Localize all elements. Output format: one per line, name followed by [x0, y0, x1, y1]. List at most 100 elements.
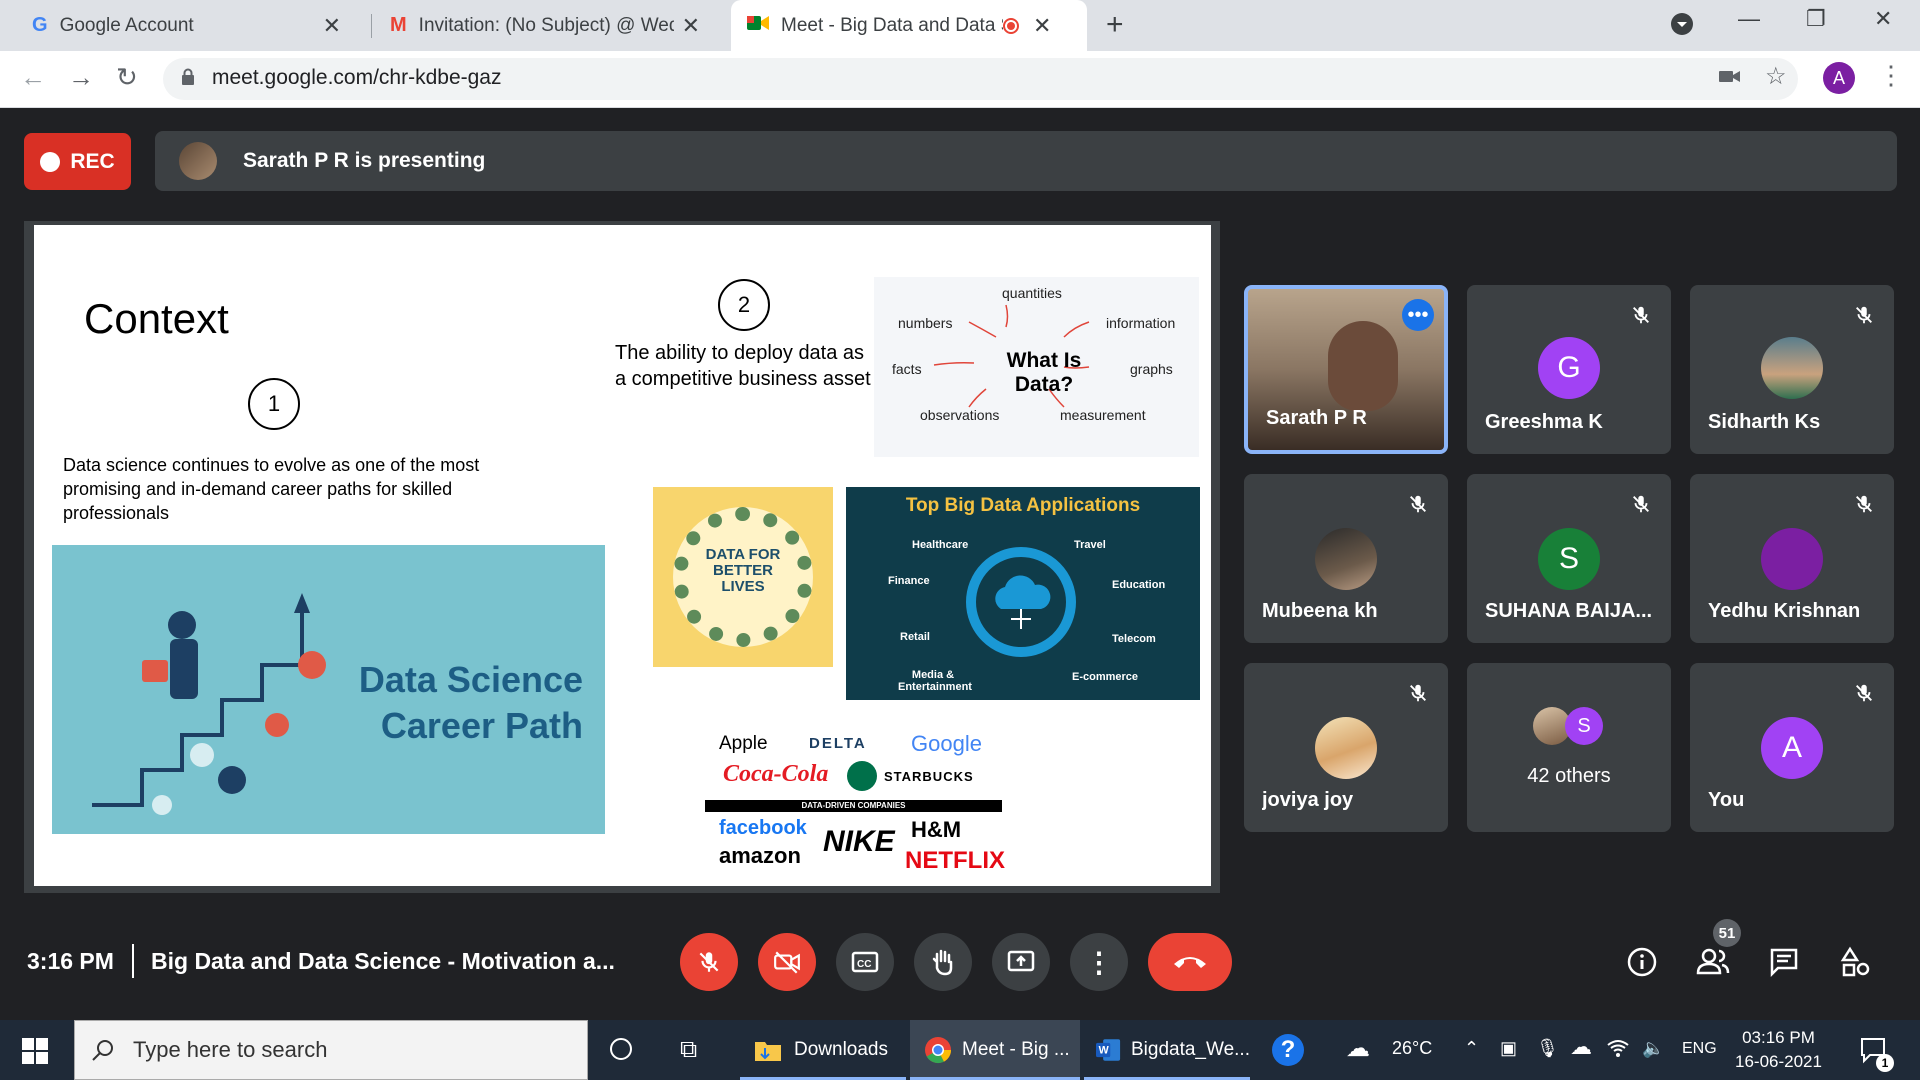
wifi-icon[interactable] [1606, 1038, 1630, 1063]
mic-toggle-button[interactable] [680, 933, 738, 991]
weather-temp[interactable]: 26°C [1392, 1038, 1432, 1059]
browser-menu-icon[interactable]: ⋮ [1878, 60, 1904, 91]
present-now-button[interactable] [992, 933, 1050, 991]
minimize-button[interactable]: — [1738, 6, 1760, 32]
task-view-icon[interactable]: ⧉ [680, 1036, 697, 1064]
url-text[interactable]: meet.google.com/chr-kdbe-gaz [212, 66, 501, 90]
netflix-logo: NETFLIX [905, 847, 1005, 874]
chat-button[interactable] [1764, 942, 1804, 982]
big-data-applications-image: Top Big Data Applications Healthcare Fin… [846, 487, 1200, 700]
lock-icon[interactable] [181, 68, 195, 91]
what-is-data-diagram: quantities numbers information facts gra… [874, 277, 1199, 457]
camera-indicator-icon[interactable] [1718, 66, 1742, 91]
tab-title: Google Account [59, 14, 194, 36]
participant-tile-sarath[interactable]: ••• Sarath P R [1244, 285, 1448, 454]
volume-icon[interactable]: 🔈 [1642, 1038, 1664, 1059]
taskbar-chrome[interactable]: Meet - Big ... [910, 1020, 1080, 1080]
google-logo: Google [911, 731, 982, 756]
back-icon[interactable]: ← [20, 62, 46, 93]
close-tab-icon[interactable]: ✕ [682, 13, 700, 39]
participant-name: You [1708, 789, 1745, 811]
slide-title: Context [84, 295, 229, 342]
data-word: information [1106, 315, 1176, 331]
tab-invitation[interactable]: M Invitation: (No Subject) @ Wed Ju ✕ [376, 0, 724, 51]
restore-button[interactable]: ❐ [1806, 6, 1826, 32]
tab-divider [371, 14, 372, 38]
participant-tile-you[interactable]: A You [1690, 663, 1894, 832]
participant-avatar [1761, 528, 1823, 590]
weather-icon[interactable]: ☁ [1346, 1034, 1370, 1063]
activities-button[interactable] [1836, 942, 1876, 982]
tab-meet[interactable]: Meet - Big Data and Data Sc ✕ [731, 0, 1087, 51]
participant-tile[interactable]: G Greeshma K [1467, 285, 1671, 454]
cortana-icon[interactable] [610, 1038, 632, 1060]
mic-off-icon [1625, 299, 1657, 331]
profile-avatar[interactable]: A [1823, 62, 1855, 94]
meet-tray-icon[interactable]: ▣ [1500, 1038, 1517, 1059]
camera-toggle-button[interactable] [758, 933, 816, 991]
point-1-text: Data science continues to evolve as one … [63, 455, 480, 523]
participant-tile-others[interactable]: S 42 others [1467, 663, 1671, 832]
presenting-text: Sarath P R is presenting [243, 149, 486, 172]
what-is-data-center: What Is Data? [1006, 349, 1082, 396]
meeting-title[interactable]: Big Data and Data Science - Motivation a… [151, 948, 615, 975]
new-tab-button[interactable]: + [1106, 8, 1124, 42]
taskbar-search-box[interactable]: Type here to search [74, 1020, 588, 1080]
participants-count-badge: 51 [1713, 919, 1741, 947]
onedrive-icon[interactable]: ☁ [1570, 1034, 1592, 1060]
rec-label: REC [70, 149, 115, 173]
bda-label: Education [1112, 579, 1166, 591]
data-for-better-lives-image: DATA FOR BETTER LIVES [653, 487, 833, 667]
data-word: observations [920, 407, 1000, 423]
data-word: facts [892, 361, 922, 377]
mic-off-icon [1848, 677, 1880, 709]
point-number-2: 2 [718, 279, 770, 331]
help-icon[interactable]: ? [1272, 1034, 1304, 1066]
language-indicator[interactable]: ENG [1682, 1040, 1717, 1058]
participant-tile[interactable]: joviya joy [1244, 663, 1448, 832]
participant-avatar: S [1565, 707, 1603, 745]
participant-name: Mubeena kh [1262, 600, 1378, 622]
reload-icon[interactable]: ↻ [116, 62, 138, 93]
raise-hand-button[interactable] [914, 933, 972, 991]
leave-call-button[interactable] [1148, 933, 1232, 991]
windows-start-icon[interactable] [22, 1038, 48, 1069]
participant-tile[interactable]: Sidharth Ks [1690, 285, 1894, 454]
dfbl-text: DATA FOR BETTER LIVES [705, 546, 781, 595]
nike-logo: NIKE [823, 825, 895, 858]
participant-name: joviya joy [1262, 789, 1354, 811]
close-tab-icon[interactable]: ✕ [323, 13, 341, 39]
taskbar-clock[interactable]: 03:16 PM 16-06-2021 [1735, 1026, 1822, 1074]
present-screen-icon [1007, 950, 1035, 972]
career-path-image: Data Science Career Path [52, 545, 605, 834]
participant-avatar: A [1761, 717, 1823, 779]
data-word: measurement [1060, 407, 1146, 423]
participant-photo-avatar [1315, 528, 1377, 590]
taskbar-item-label: Meet - Big ... [962, 1039, 1070, 1060]
close-window-button[interactable]: ✕ [1874, 6, 1892, 32]
participant-tile[interactable]: S SUHANA BAIJA... [1467, 474, 1671, 643]
more-options-button[interactable]: ⋮ [1070, 933, 1128, 991]
taskbar-word[interactable]: W Bigdata_We... [1084, 1020, 1250, 1080]
participants-button[interactable] [1693, 942, 1733, 982]
cocacola-logo: Coca-Cola [723, 761, 829, 787]
forward-icon[interactable]: → [68, 62, 94, 93]
mic-off-icon [699, 952, 719, 972]
meeting-details-button[interactable] [1622, 942, 1662, 982]
chevron-up-icon[interactable]: ⌃ [1464, 1038, 1479, 1059]
microphone-icon[interactable]: 🎙 [1536, 1038, 1559, 1059]
tab-search-icon[interactable] [1670, 12, 1694, 42]
bookmark-star-icon[interactable]: ☆ [1765, 62, 1787, 91]
participant-name: Sidharth Ks [1708, 411, 1821, 433]
taskbar-item-label: Bigdata_We... [1130, 1039, 1250, 1060]
career-path-title: Data Science Career Path [359, 657, 583, 749]
captions-button[interactable]: CC [836, 933, 894, 991]
meeting-time: 3:16 PM [27, 948, 114, 974]
taskbar-downloads[interactable]: Downloads [740, 1020, 906, 1080]
more-options-icon[interactable]: ••• [1402, 299, 1434, 331]
participant-tile[interactable]: Yedhu Krishnan [1690, 474, 1894, 643]
mic-off-icon [1848, 488, 1880, 520]
tab-google-account[interactable]: G Google Account ✕ [18, 0, 366, 51]
close-tab-icon[interactable]: ✕ [1033, 13, 1051, 39]
participant-tile[interactable]: Mubeena kh [1244, 474, 1448, 643]
